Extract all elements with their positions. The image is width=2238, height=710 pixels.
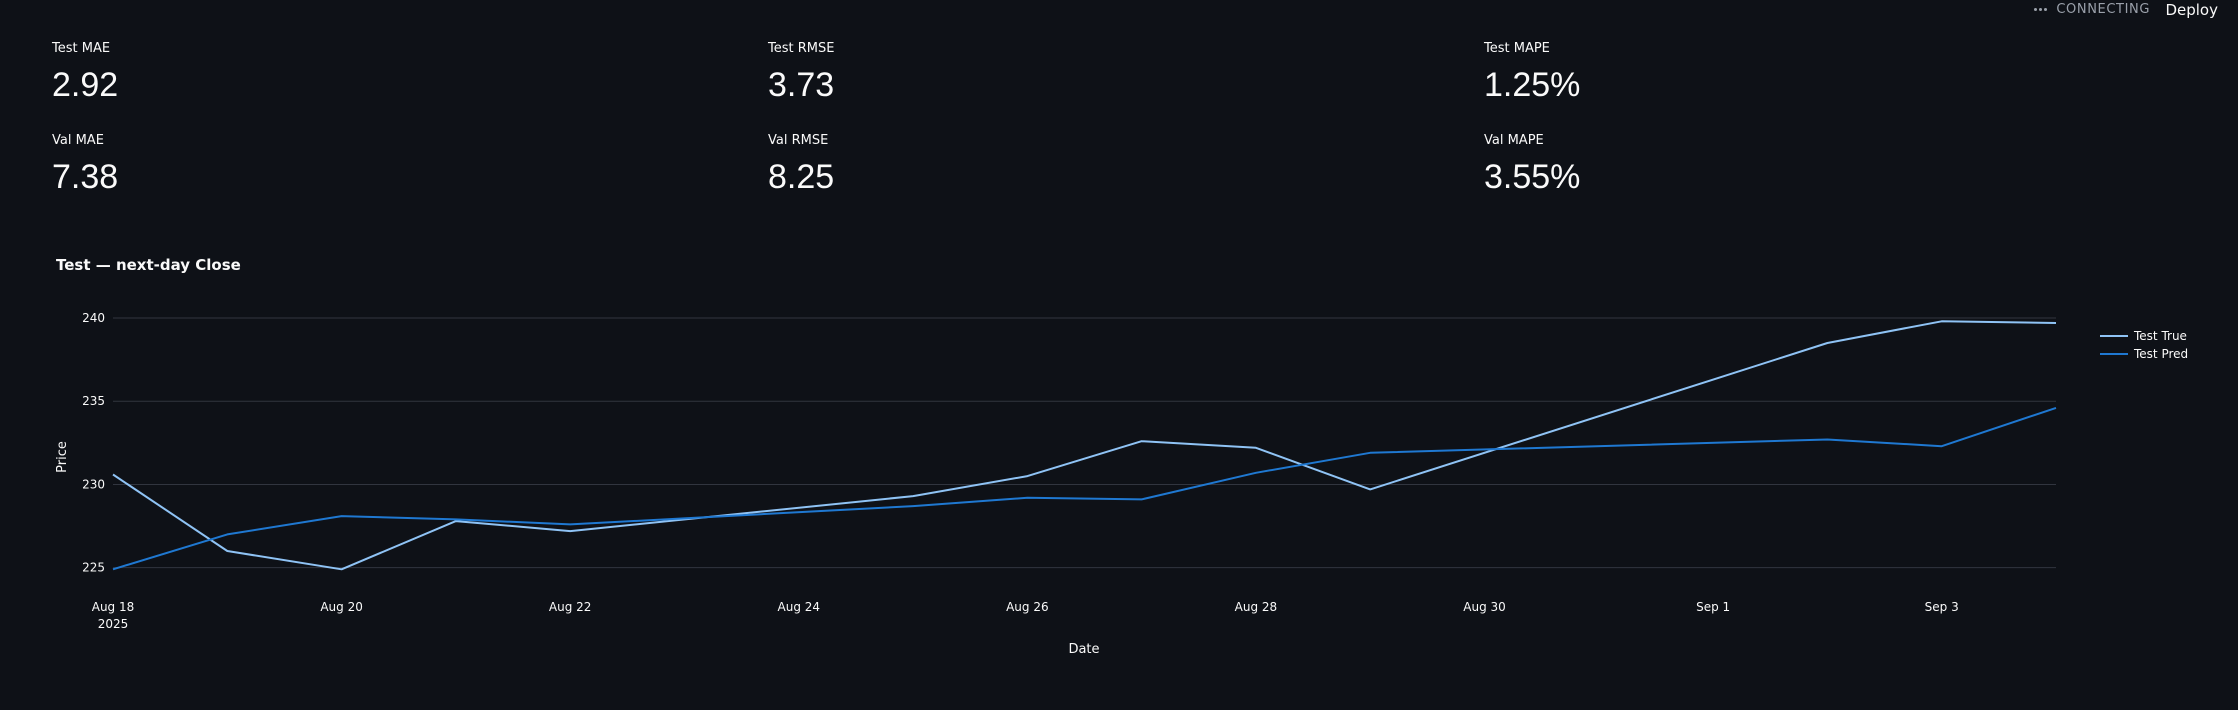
x-tick-label: Aug 22 bbox=[549, 600, 592, 614]
metric-value: 2.92 bbox=[52, 66, 119, 104]
line-chart: 225 230 235 240 Aug 18 2025 Aug 20 Aug 22 Aug 2… bbox=[55, 311, 2188, 657]
series-line-test-pred bbox=[112, 406, 2057, 571]
top-bar: CONNECTING Deploy bbox=[1978, 0, 2238, 20]
metric-label: Test MAPE bbox=[1484, 41, 1550, 56]
series-line-test-true bbox=[112, 320, 2057, 571]
legend-label: Test Pred bbox=[2133, 347, 2188, 361]
metric-val-rmse: Val RMSE 8.25 bbox=[768, 132, 1468, 212]
y-tick-label: 225 bbox=[82, 561, 105, 575]
more-dots-icon bbox=[2034, 7, 2048, 13]
chart-title: Test — next-day Close bbox=[56, 256, 241, 274]
x-tick-label: Aug 24 bbox=[778, 600, 821, 614]
x-tick-label: Aug 20 bbox=[320, 600, 363, 614]
metric-label: Val MAE bbox=[52, 133, 104, 148]
metric-label: Val RMSE bbox=[768, 133, 829, 148]
x-axis: Aug 18 2025 Aug 20 Aug 22 Aug 24 Aug 26 Aug 28… bbox=[92, 600, 1959, 631]
y-axis-label: Price bbox=[55, 441, 70, 473]
y-axis: 225 230 235 240 bbox=[82, 311, 105, 575]
metric-test-mae: Test MAE 2.92 bbox=[52, 40, 752, 120]
x-tick-label: Aug 18 bbox=[92, 600, 135, 614]
metric-test-rmse: Test RMSE 3.73 bbox=[768, 40, 1468, 120]
x-axis-label: Date bbox=[1068, 642, 1099, 657]
deploy-button[interactable]: Deploy bbox=[2165, 1, 2218, 19]
x-tick-label: Aug 30 bbox=[1463, 600, 1506, 614]
x-tick-label: Aug 26 bbox=[1006, 600, 1049, 614]
metric-val-mae: Val MAE 7.38 bbox=[52, 132, 752, 212]
metric-label: Test RMSE bbox=[768, 41, 835, 56]
metric-value: 1.25% bbox=[1484, 66, 1581, 104]
legend-label: Test True bbox=[2133, 329, 2187, 343]
x-tick-label: Aug 28 bbox=[1235, 600, 1278, 614]
metric-value: 3.73 bbox=[768, 66, 835, 104]
y-tick-label: 230 bbox=[82, 477, 105, 491]
x-tick-label: Sep 1 bbox=[1696, 600, 1730, 614]
metric-label: Val MAPE bbox=[1484, 133, 1544, 148]
metric-value: 3.55% bbox=[1484, 158, 1581, 196]
y-tick-label: 235 bbox=[82, 394, 105, 408]
x-tick-label: Sep 3 bbox=[1925, 600, 1959, 614]
metric-test-mape: Test MAPE 1.25% bbox=[1484, 40, 2184, 120]
x-tick-sublabel: 2025 bbox=[98, 617, 129, 631]
metric-label: Test MAE bbox=[52, 41, 111, 56]
y-tick-label: 240 bbox=[82, 311, 105, 325]
status-text: CONNECTING bbox=[2056, 2, 2150, 17]
metric-val-mape: Val MAPE 3.55% bbox=[1484, 132, 2184, 212]
series-lines bbox=[112, 320, 2057, 571]
grid-lines bbox=[113, 317, 2056, 569]
metrics-grid: Test MAE 2.92 Test RMSE 3.73 Test MAPE 1… bbox=[52, 40, 2192, 210]
metric-value: 7.38 bbox=[52, 158, 119, 196]
connection-status: CONNECTING bbox=[2034, 2, 2150, 17]
legend: Test True Test Pred bbox=[2100, 329, 2188, 361]
metric-value: 8.25 bbox=[768, 158, 835, 196]
